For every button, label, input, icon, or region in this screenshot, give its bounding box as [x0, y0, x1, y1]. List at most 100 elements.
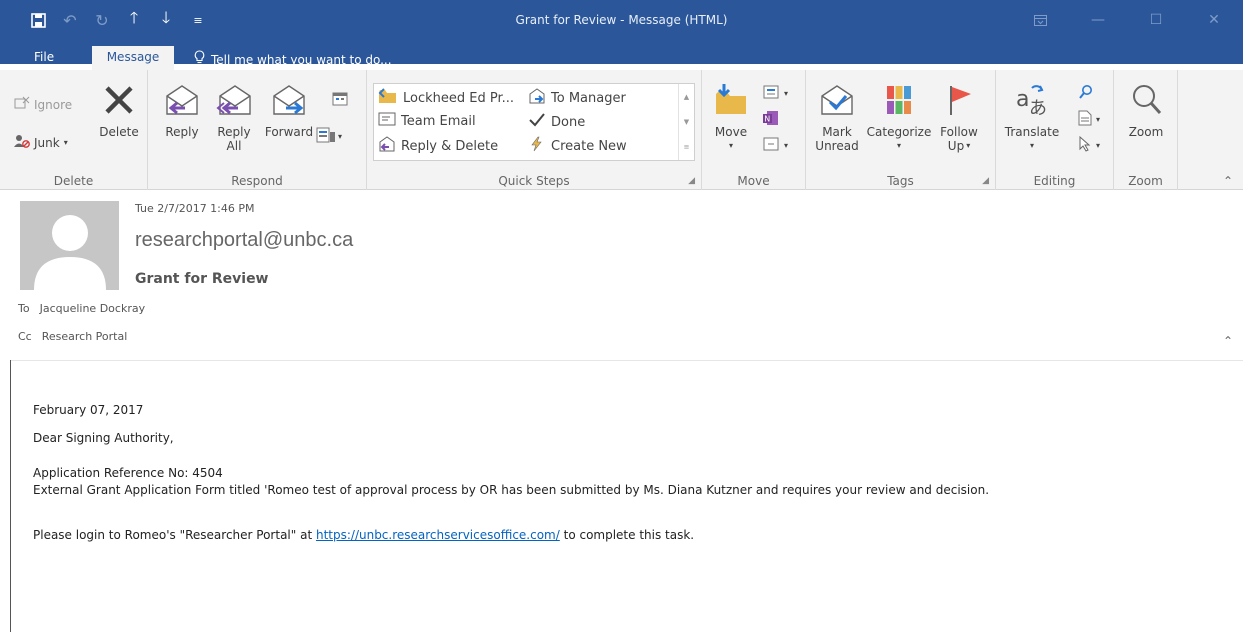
minimize-icon[interactable]: —	[1069, 0, 1127, 40]
customize-toolbar-icon[interactable]: ≡	[182, 4, 214, 36]
delete-group: Ignore Junk ▾ Delete Delete	[0, 70, 148, 190]
move-group: Move ▾ ▾ N ▾ Move	[702, 70, 806, 190]
zoom-group: Zoom Zoom	[1114, 70, 1178, 190]
delete-label: Delete	[99, 125, 139, 139]
actions-dropdown-icon: ▾	[784, 141, 789, 150]
quick-step-lockheed[interactable]: Lockheed Ed Pr...	[378, 88, 514, 108]
sender-address[interactable]: researchportal@unbc.ca	[135, 229, 353, 252]
forward-button[interactable]: Forward	[261, 82, 317, 139]
select-cursor-icon	[1078, 135, 1092, 155]
to-label: To	[18, 302, 30, 315]
gallery-more-icon[interactable]: ≡	[684, 143, 690, 151]
delete-icon	[101, 82, 137, 121]
quick-step-to-manager[interactable]: To Manager	[528, 88, 626, 108]
related-dropdown-icon: ▾	[1096, 115, 1101, 124]
researcher-portal-link[interactable]: https://unbc.researchservicesoffice.com/	[316, 528, 560, 542]
reply-icon	[163, 82, 201, 121]
translate-dropdown-icon: ▾	[1029, 141, 1034, 150]
login-suffix: to complete this task.	[559, 528, 695, 542]
actions-button[interactable]: ▾	[762, 136, 788, 155]
login-prefix: Please login to Romeo's "Researcher Port…	[33, 528, 316, 542]
editing-group-label: Editing	[1033, 174, 1076, 188]
related-button[interactable]: ▾	[1078, 110, 1100, 129]
translate-button[interactable]: aあ Translate ▾	[1004, 82, 1060, 153]
forward-icon	[270, 82, 308, 121]
flag-icon	[941, 82, 977, 121]
move-folder-icon	[712, 82, 750, 121]
quick-steps-group-label: Quick Steps	[498, 174, 570, 188]
person-icon	[34, 215, 106, 290]
categorize-label: Categorize	[866, 125, 932, 139]
mark-unread-button[interactable]: Mark Unread	[812, 82, 862, 153]
next-item-icon[interactable]: 🡓	[150, 4, 182, 36]
quick-step-label: Create New	[551, 138, 627, 154]
reply-all-label-line2: All	[226, 139, 242, 153]
collapse-header-icon[interactable]: ⌃	[1223, 334, 1233, 348]
window-controls: — ☐ ✕	[1011, 0, 1243, 40]
delete-group-label: Delete	[53, 174, 94, 188]
delete-button[interactable]: Delete	[94, 82, 144, 139]
reply-all-button[interactable]: Reply All	[210, 82, 258, 153]
related-icon	[1078, 110, 1092, 129]
svg-text:あ: あ	[1029, 98, 1047, 118]
quick-step-team-email[interactable]: Team Email	[378, 112, 476, 130]
tab-message[interactable]: Message	[92, 46, 174, 70]
ignore-button[interactable]: Ignore	[14, 96, 72, 113]
header-divider	[10, 360, 1243, 361]
save-icon[interactable]	[22, 4, 54, 36]
checkmark-icon	[528, 112, 546, 132]
reply-button[interactable]: Reply	[160, 82, 204, 139]
junk-button[interactable]: Junk ▾	[14, 134, 68, 151]
message-datetime: Tue 2/7/2017 1:46 PM	[135, 202, 255, 215]
scroll-up-icon[interactable]: ▲	[684, 93, 689, 101]
ribbon-display-options-icon[interactable]	[1011, 0, 1069, 40]
rules-button[interactable]: ▾	[762, 84, 788, 103]
quick-step-label: Done	[551, 114, 586, 130]
follow-up-label-line1: Follow	[940, 125, 978, 139]
title-bar: ↶ ↻ 🡑 🡓 ≡ Grant for Review - Message (HT…	[0, 0, 1243, 40]
quick-steps-launcher-icon[interactable]: ◢	[688, 176, 695, 186]
quick-step-reply-delete[interactable]: Reply & Delete	[378, 136, 498, 156]
cc-recipient[interactable]: Research Portal	[42, 330, 128, 343]
quick-step-done[interactable]: Done	[528, 112, 585, 132]
quick-access-toolbar: ↶ ↻ 🡑 🡓 ≡	[0, 0, 214, 40]
onenote-button[interactable]: N	[762, 110, 780, 129]
quick-step-create-new[interactable]: Create New	[528, 136, 627, 156]
select-button[interactable]: ▾	[1078, 135, 1101, 155]
collapse-ribbon-icon[interactable]: ⌃	[1223, 174, 1233, 188]
select-dropdown-icon: ▾	[1096, 141, 1101, 150]
translate-icon: aあ	[1014, 82, 1050, 121]
scroll-down-icon[interactable]: ▼	[684, 118, 689, 126]
redo-icon[interactable]: ↻	[86, 4, 118, 36]
follow-up-label-line2: Up	[947, 139, 965, 153]
tags-launcher-icon[interactable]: ◢	[982, 176, 989, 186]
follow-up-button[interactable]: Follow Up ▾	[936, 82, 982, 153]
ignore-label: Ignore	[34, 97, 73, 112]
move-button[interactable]: Move ▾	[708, 82, 754, 153]
quick-step-label: Team Email	[401, 113, 476, 129]
tags-group-label: Tags	[887, 174, 914, 188]
respond-group: Reply Reply All Forward ▾ Respond	[148, 70, 367, 190]
reply-delete-icon	[378, 136, 396, 156]
meeting-reply-button[interactable]	[326, 90, 354, 109]
find-button[interactable]	[1078, 84, 1094, 103]
avatar	[20, 201, 119, 290]
maximize-icon[interactable]: ☐	[1127, 0, 1185, 40]
reply-all-icon	[214, 82, 254, 121]
quick-steps-scrollbar[interactable]: ▲ ▼ ≡	[678, 84, 694, 160]
previous-item-icon[interactable]: 🡑	[118, 4, 150, 36]
mark-unread-icon	[818, 82, 856, 121]
zoom-label: Zoom	[1128, 125, 1164, 139]
categorize-button[interactable]: Categorize ▾	[864, 82, 934, 153]
onenote-icon: N	[762, 110, 780, 129]
quick-step-label: To Manager	[551, 90, 626, 106]
more-respond-button[interactable]: ▾	[316, 126, 356, 147]
junk-icon	[14, 134, 30, 151]
tell-me-label: Tell me what you want to do...	[211, 53, 392, 67]
move-label: Move	[714, 125, 748, 139]
to-recipient[interactable]: Jacqueline Dockray	[40, 302, 146, 315]
zoom-button[interactable]: Zoom	[1122, 82, 1170, 139]
undo-icon[interactable]: ↶	[54, 4, 86, 36]
close-icon[interactable]: ✕	[1185, 0, 1243, 40]
to-row: To Jacqueline Dockray	[18, 302, 145, 315]
